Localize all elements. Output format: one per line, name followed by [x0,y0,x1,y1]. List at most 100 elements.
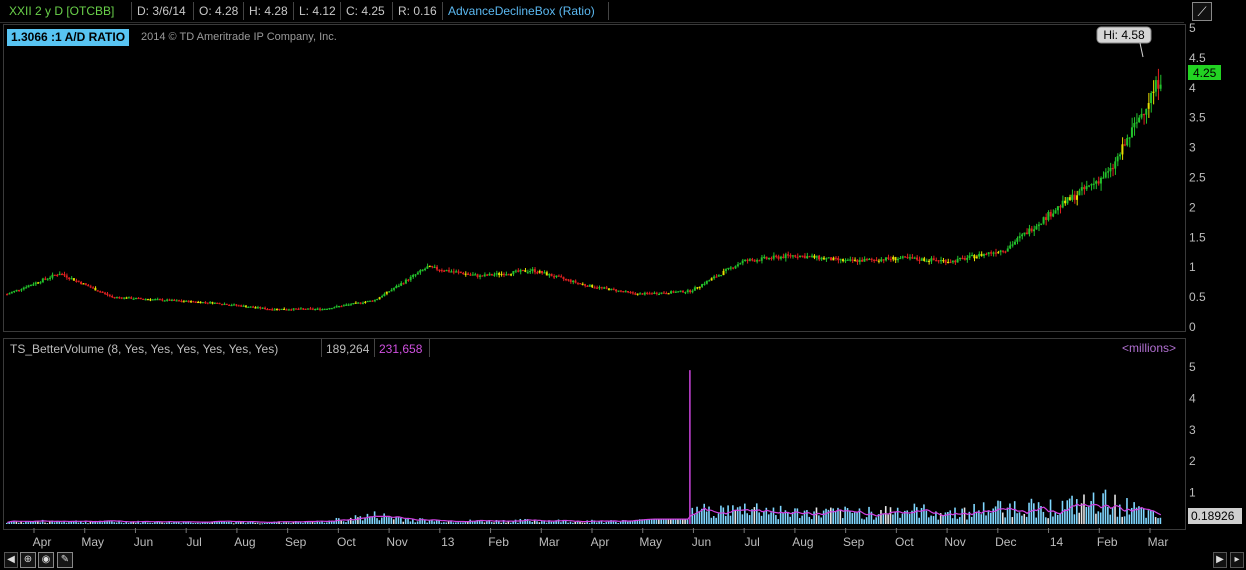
candle-body [60,273,63,276]
candle-body [1116,156,1119,162]
volume-bar [753,507,756,524]
volume-bar [113,522,116,524]
volume-bar [985,515,987,524]
candle-body [120,297,123,299]
candle-body [254,307,257,309]
volume-tick-label: 2 [1189,454,1196,468]
x-axis: Apr May Jun Jul Aug Sep Oct Nov 13 Feb Mar Apr May Ju… [33,528,1168,549]
volume-bar [452,522,455,524]
candle-body [844,260,847,262]
volume-bar [457,522,460,524]
candle-body [772,255,775,259]
candle-body [552,276,555,278]
price-tick-label: 2.5 [1189,171,1206,185]
candle-body [91,287,94,289]
settings-wrench-icon[interactable]: ✎ [57,552,73,568]
volume-bar [818,515,820,524]
candle-body [669,291,672,294]
volume-bar [552,521,555,524]
volume-bar [851,513,854,524]
candle-body [789,255,792,257]
candle-body [481,275,484,277]
candle-body [853,259,856,261]
scroll-right-icon[interactable]: ▶ [1213,552,1227,568]
volume-bar [197,522,199,524]
candle-body [901,256,904,258]
volume-bar [299,522,302,524]
volume-bar [209,522,211,524]
volume-bar [653,519,655,524]
volume-bar [677,519,679,524]
candle-body [175,300,178,302]
candle-body [641,293,644,295]
candle-body [70,278,73,280]
candle-body [1157,80,1160,89]
candle-body [1154,80,1157,92]
volume-bar [884,506,887,524]
volume-bar [53,522,56,524]
candle-body [1006,248,1009,252]
candle-body [1135,122,1138,124]
volume-bar [758,512,760,524]
volume-bar [426,522,428,524]
candle-body [791,255,794,257]
chart-canvas[interactable]: 5 4.5 4 3.5 3 2.5 2 1.5 1 0.5 0 5 4 3 2 1 Apr May Jun Jul… [0,0,1246,550]
candle-body [1078,190,1081,196]
volume-bar [373,511,376,524]
candle-body [631,292,634,294]
volume-bar [775,515,777,524]
volume-bar [782,512,784,524]
volume-bar [385,516,388,524]
candle-body [519,269,522,272]
volume-bar [861,518,863,524]
volume-bar [944,512,947,524]
volume-bar [46,523,49,525]
candle-body [956,258,959,263]
volume-bar [844,506,846,524]
volume-bar [397,517,400,524]
candle-body [932,258,935,261]
candle-body [333,307,336,309]
candle-body [101,291,104,293]
candle-body [392,288,395,290]
volume-bar [667,519,670,524]
volume-tick-label: 5 [1189,360,1196,374]
candle-body [354,302,357,304]
candle-body [314,308,317,311]
volume-y-axis: 5 4 3 2 1 [1189,360,1196,500]
candle-body [428,265,431,268]
volume-bar [309,522,311,524]
volume-bar [521,521,524,524]
candle-body [402,283,405,285]
candle-body [173,299,176,301]
candle-body [930,258,933,262]
zoom-in-icon[interactable]: ⊕ [20,552,36,568]
candle-body [951,260,954,263]
zoom-fit-icon[interactable]: ◉ [38,552,54,568]
candle-body [423,268,426,270]
candle-body [17,289,20,292]
candle-body [37,282,40,284]
candle-body [531,269,534,271]
x-tick-label: Sep [285,535,307,549]
volume-bar [617,523,620,525]
volume-bar [1107,506,1109,524]
scroll-end-icon[interactable]: ▸ [1230,552,1244,568]
x-tick-label: Mar [539,535,560,549]
volume-bar [462,522,464,524]
candle-body [41,278,44,283]
volume-bar [703,503,706,524]
candle-body [705,280,708,284]
volume-bar [48,521,51,524]
candle-body [908,257,911,259]
volume-bar [247,522,249,524]
volume-bar [220,522,223,524]
candle-body [710,278,713,281]
candle-body [961,257,964,260]
candle-body [732,267,735,269]
candle-body [180,300,183,302]
candle-body [87,284,90,287]
volume-bar [1085,506,1088,524]
scroll-left-icon[interactable]: ◀ [4,552,18,568]
volume-bar [894,512,897,524]
